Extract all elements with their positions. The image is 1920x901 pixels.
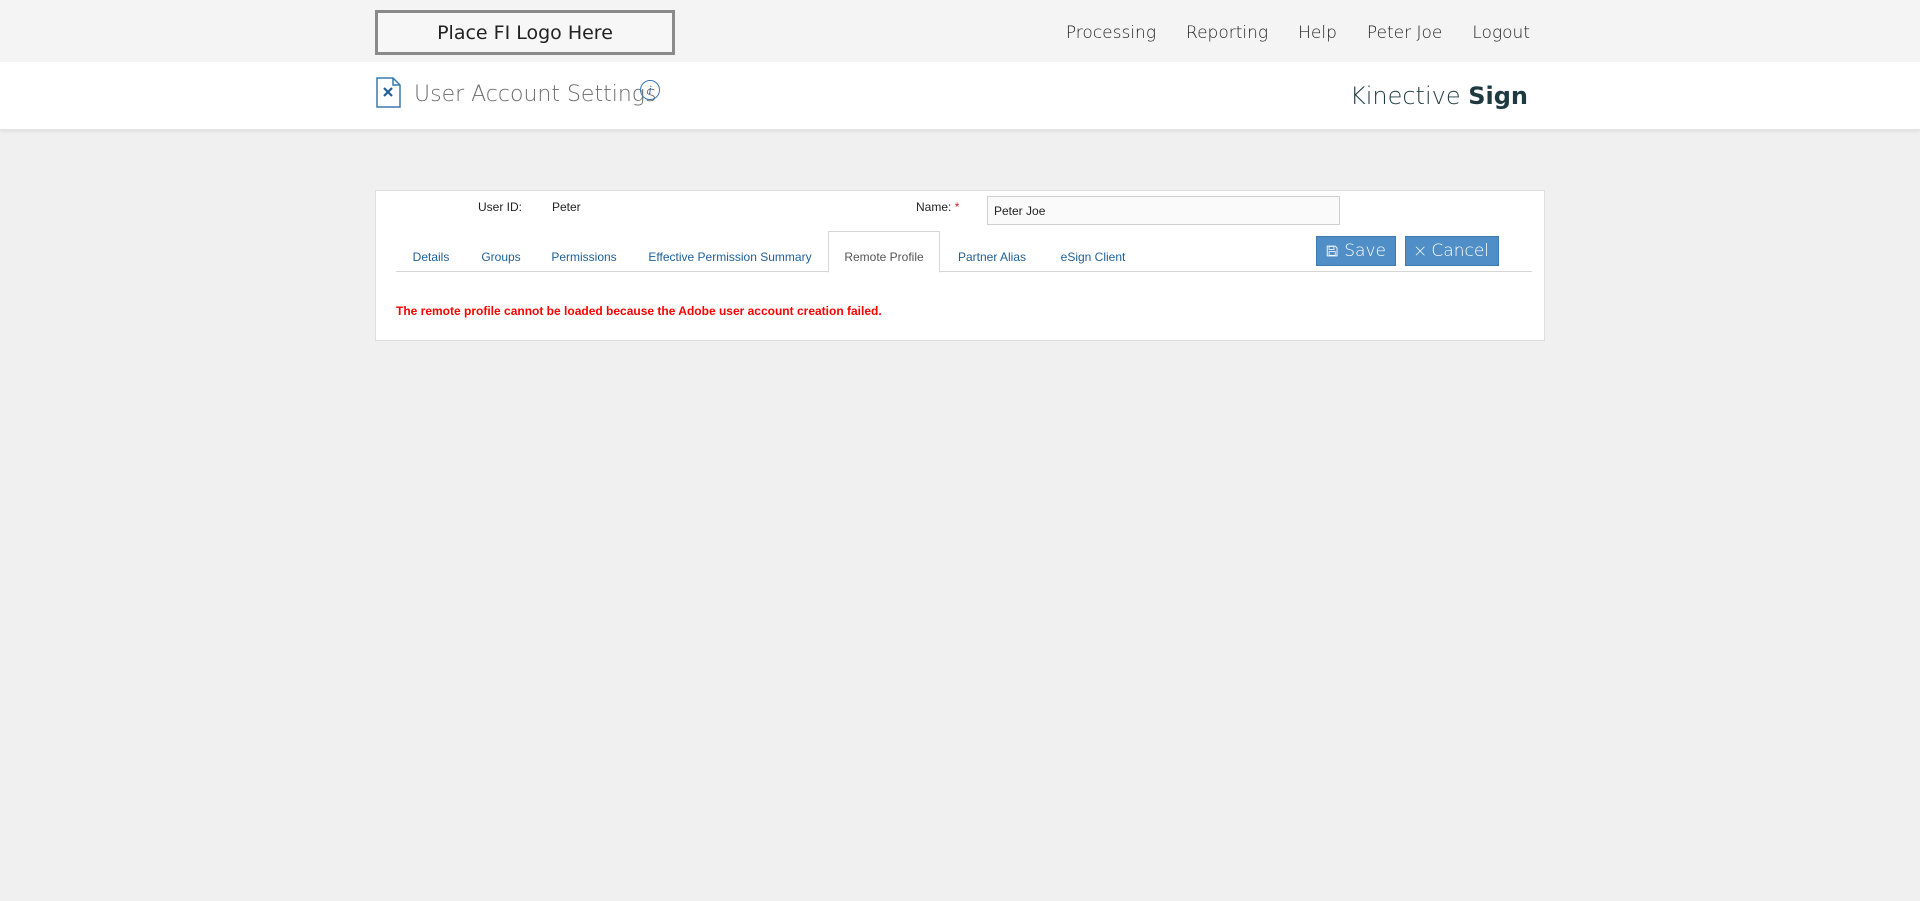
tab-esign-client[interactable]: eSign Client [1044, 231, 1142, 272]
page-title: User Account Settings [414, 82, 657, 107]
logo-text: Place FI Logo Here [437, 21, 613, 44]
tab-partner-alias[interactable]: Partner Alias [940, 231, 1044, 272]
error-message: The remote profile cannot be loaded beca… [396, 304, 882, 318]
document-icon [376, 77, 401, 108]
save-icon [1326, 245, 1338, 257]
tab-permissions[interactable]: Permissions [536, 231, 632, 272]
user-account-panel: User ID: Peter Name: * Details Groups Pe… [375, 190, 1545, 341]
name-label-text: Name: [916, 200, 952, 214]
nav-help[interactable]: Help [1298, 23, 1337, 43]
info-icon[interactable]: i [640, 80, 660, 100]
cancel-button[interactable]: Cancel [1405, 236, 1499, 266]
tab-groups[interactable]: Groups [466, 231, 536, 272]
name-field[interactable] [987, 196, 1340, 225]
fi-logo-placeholder: Place FI Logo Here [375, 10, 675, 55]
brand-logo: Kinective Sign [1350, 82, 1528, 110]
user-id-label: User ID: [478, 200, 523, 214]
user-id-value: Peter [552, 200, 581, 214]
tab-remote-profile[interactable]: Remote Profile [828, 231, 940, 273]
nav-processing[interactable]: Processing [1066, 23, 1156, 43]
top-bar: Place FI Logo Here Processing Reporting … [0, 0, 1920, 62]
cancel-label: Cancel [1431, 241, 1489, 261]
tab-details[interactable]: Details [396, 231, 466, 272]
save-label: Save [1344, 241, 1386, 261]
tab-effective-permission-summary[interactable]: Effective Permission Summary [632, 231, 828, 272]
nav-logout[interactable]: Logout [1472, 23, 1530, 43]
name-label: Name: * [916, 200, 959, 214]
close-icon [1415, 246, 1425, 256]
brand-light-text: Kinective [1349, 82, 1461, 110]
save-button[interactable]: Save [1316, 236, 1396, 266]
top-nav: Processing Reporting Help Peter Joe Logo… [1036, 0, 1530, 66]
title-bar: User Account Settings i Kinective Sign [0, 62, 1920, 130]
nav-reporting[interactable]: Reporting [1186, 23, 1268, 43]
brand-bold-text: Sign [1468, 82, 1528, 110]
nav-user-name[interactable]: Peter Joe [1367, 23, 1443, 43]
required-marker: * [954, 200, 960, 214]
